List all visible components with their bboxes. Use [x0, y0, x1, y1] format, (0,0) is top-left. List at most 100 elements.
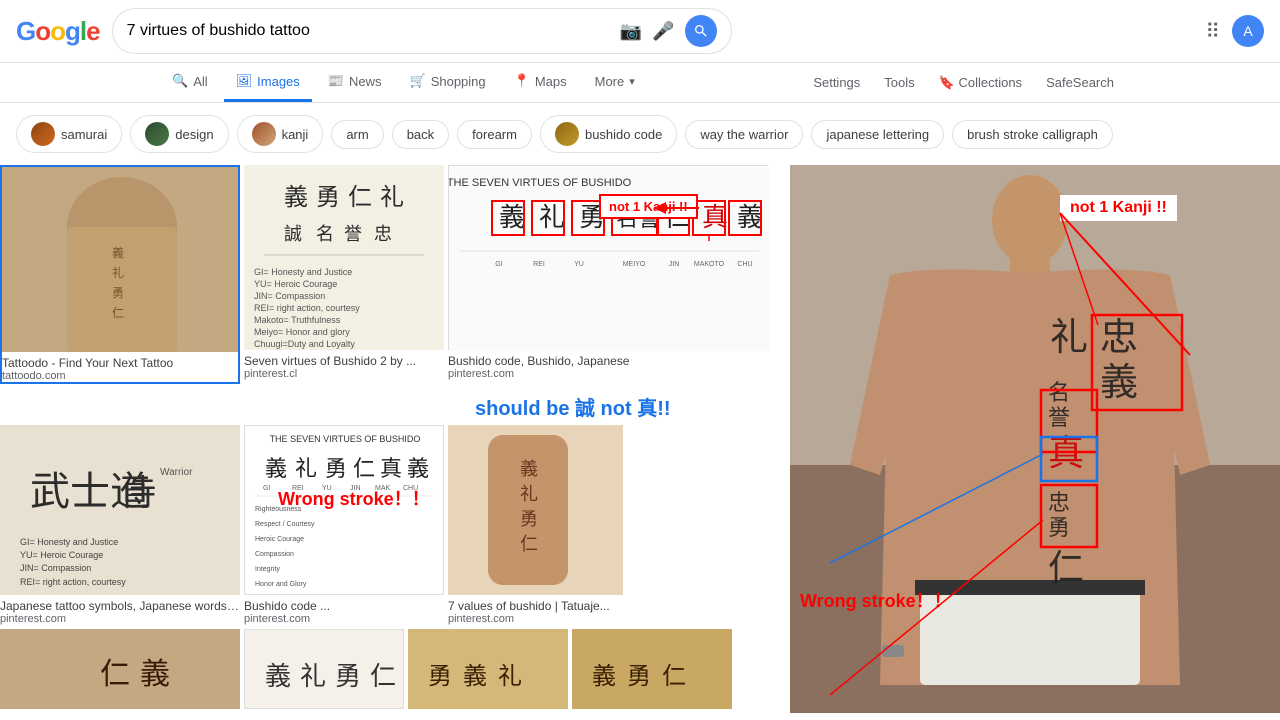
svg-text:REI= right action, courtesy: REI= right action, courtesy: [254, 303, 360, 313]
account-avatar[interactable]: A: [1232, 15, 1264, 47]
should-be-annotation: should be 誠 not 真!!: [0, 388, 790, 425]
nav-settings: Settings Tools 🔖 Collections SafeSearch: [807, 65, 1120, 101]
svg-text:仁: 仁: [520, 534, 538, 554]
svg-text:JIN= Compassion: JIN= Compassion: [20, 563, 91, 573]
filter-chip-kanji[interactable]: kanji: [237, 115, 324, 153]
main-content: 義 礼 勇 仁 Tattoodo - Find Your Next Tattoo…: [0, 165, 1280, 713]
filter-chip-back[interactable]: back: [392, 120, 449, 149]
svg-text:礼: 礼: [498, 663, 522, 690]
svg-text:Chuugi=Duty and Loyalty: Chuugi=Duty and Loyalty: [254, 339, 355, 349]
kanji-thumb: [252, 122, 276, 146]
feature-wrong-stroke-annotation: Wrong stroke！！: [800, 587, 952, 613]
search-button[interactable]: [685, 15, 717, 47]
filter-label-arm: arm: [346, 127, 368, 142]
svg-text:MAKOTO: MAKOTO: [694, 261, 725, 268]
svg-text:Compassion: Compassion: [255, 551, 294, 558]
search-input[interactable]: [127, 22, 612, 40]
svg-text:勇: 勇: [428, 664, 452, 690]
left-results: 義 礼 勇 仁 Tattoodo - Find Your Next Tattoo…: [0, 165, 790, 713]
result-card-2[interactable]: 義 勇 仁 礼 誠 名 誉 忠 GI= Honesty and Justice …: [244, 165, 444, 384]
google-logo: Google: [16, 16, 100, 47]
voice-search-icon[interactable]: 🎤: [652, 21, 674, 42]
svg-text:仁: 仁: [370, 662, 396, 691]
camera-icon[interactable]: 📷: [620, 21, 642, 42]
svg-text:忠: 忠: [1048, 490, 1070, 515]
result-card-3[interactable]: THE SEVEN VIRTUES OF BUSHIDO 義 礼 勇 名誉 仁 …: [448, 165, 768, 384]
svg-text:忠: 忠: [374, 224, 392, 244]
filter-chip-samurai[interactable]: samurai: [16, 115, 122, 153]
result-card-10[interactable]: 義 勇 仁: [572, 629, 732, 709]
card-6-title: 7 values of bushido | Tatuaje...: [448, 599, 623, 613]
safesearch-link[interactable]: SafeSearch: [1040, 65, 1120, 101]
tab-more[interactable]: More ▾: [583, 64, 647, 102]
filter-label-forearm: forearm: [472, 127, 517, 142]
tab-shopping[interactable]: 🛒 Shopping: [398, 63, 498, 102]
news-icon: 📰: [328, 73, 344, 89]
svg-text:義: 義: [112, 245, 124, 260]
filter-chip-japanese-lettering[interactable]: japanese lettering: [811, 120, 944, 149]
filter-chip-brush-stroke[interactable]: brush stroke calligraph: [952, 120, 1113, 149]
filter-chip-way-warrior[interactable]: way the warrior: [685, 120, 803, 149]
result-card-9[interactable]: 勇 義 礼: [408, 629, 568, 709]
apps-icon[interactable]: ⠿: [1205, 19, 1220, 44]
filter-chip-arm[interactable]: arm: [331, 120, 383, 149]
svg-text:義: 義: [499, 203, 525, 232]
filter-label-kanji: kanji: [282, 127, 309, 142]
svg-text:Respect / Courtesy: Respect / Courtesy: [255, 521, 315, 528]
card-2-title: Seven virtues of Bushido 2 by ...: [244, 354, 444, 368]
card-5-source: pinterest.com: [244, 613, 444, 625]
svg-text:義: 義: [265, 662, 291, 691]
filter-row: samurai design kanji arm back forearm bu…: [0, 103, 1280, 165]
tab-images[interactable]: 🖼 Images: [224, 63, 312, 102]
filter-label-samurai: samurai: [61, 127, 107, 142]
card-3-title: Bushido code, Bushido, Japanese: [448, 354, 768, 368]
feature-not1kanji-annotation: not 1 Kanji !!: [1060, 195, 1177, 221]
svg-text:礼: 礼: [380, 184, 404, 211]
search-bar[interactable]: 📷 🎤: [112, 8, 732, 54]
svg-text:義: 義: [407, 456, 429, 481]
japanese-symbols-image: 武士道 侍 Warrior GI= Honesty and Justice YU…: [0, 425, 240, 595]
result-card-6[interactable]: 義 礼 勇 仁 Wrong stroke！！ 7 values of bushi…: [448, 425, 623, 625]
svg-text:THE SEVEN VIRTUES OF BUSHIDO: THE SEVEN VIRTUES OF BUSHIDO: [449, 177, 632, 189]
filter-label-design: design: [175, 127, 213, 142]
tab-all[interactable]: 🔍 All: [160, 63, 220, 102]
svg-text:誠: 誠: [284, 224, 302, 244]
tools-link[interactable]: Tools: [878, 65, 920, 101]
svg-text:礼: 礼: [295, 456, 317, 481]
svg-text:勇: 勇: [112, 286, 124, 300]
svg-text:名: 名: [316, 224, 334, 244]
result-card-8[interactable]: 義 礼 勇 仁: [244, 629, 404, 709]
chevron-down-icon: ▾: [629, 75, 635, 88]
svg-text:仁: 仁: [662, 663, 686, 690]
svg-text:Integrity: Integrity: [255, 566, 280, 573]
result-card-4[interactable]: 武士道 侍 Warrior GI= Honesty and Justice YU…: [0, 425, 240, 625]
tab-news[interactable]: 📰 News: [316, 63, 394, 102]
filter-chip-forearm[interactable]: forearm: [457, 120, 532, 149]
settings-link[interactable]: Settings: [807, 65, 866, 101]
svg-text:仁: 仁: [348, 184, 372, 211]
card-6-source: pinterest.com: [448, 613, 623, 625]
filter-chip-bushido-code[interactable]: bushido code: [540, 115, 677, 153]
results-row-3: 仁 義 義 礼 勇 仁: [0, 629, 790, 709]
result-card-1[interactable]: 義 礼 勇 仁 Tattoodo - Find Your Next Tattoo…: [0, 165, 240, 384]
svg-text:Makoto= Truthfulness: Makoto= Truthfulness: [254, 315, 341, 325]
feature-panel: 忠 義 礼 名 誉 真 忠 勇 仁 not 1 Kanji !!: [790, 165, 1280, 713]
bottom-image-1: 仁 義: [0, 629, 240, 709]
tab-maps[interactable]: 📍 Maps: [502, 63, 579, 102]
svg-text:侍: 侍: [120, 473, 156, 513]
svg-text:JIN: JIN: [669, 261, 680, 268]
tab-images-label: Images: [257, 74, 300, 89]
svg-text:誉: 誉: [1048, 405, 1070, 430]
svg-text:名: 名: [1048, 380, 1070, 405]
bottom-image-4: 義 勇 仁: [572, 629, 732, 709]
svg-text:勇: 勇: [627, 664, 651, 690]
filter-label-bushido-code: bushido code: [585, 127, 662, 142]
svg-text:仁: 仁: [353, 456, 375, 481]
result-card-7[interactable]: 仁 義: [0, 629, 240, 709]
svg-text:仁: 仁: [1048, 548, 1084, 588]
collections-link[interactable]: 🔖 Collections: [933, 65, 1028, 101]
filter-label-brush-stroke: brush stroke calligraph: [967, 127, 1098, 142]
card-3-source: pinterest.com: [448, 368, 768, 380]
filter-chip-design[interactable]: design: [130, 115, 228, 153]
result-card-5[interactable]: THE SEVEN VIRTUES OF BUSHIDO 義 礼 勇 仁 真 義…: [244, 425, 444, 625]
